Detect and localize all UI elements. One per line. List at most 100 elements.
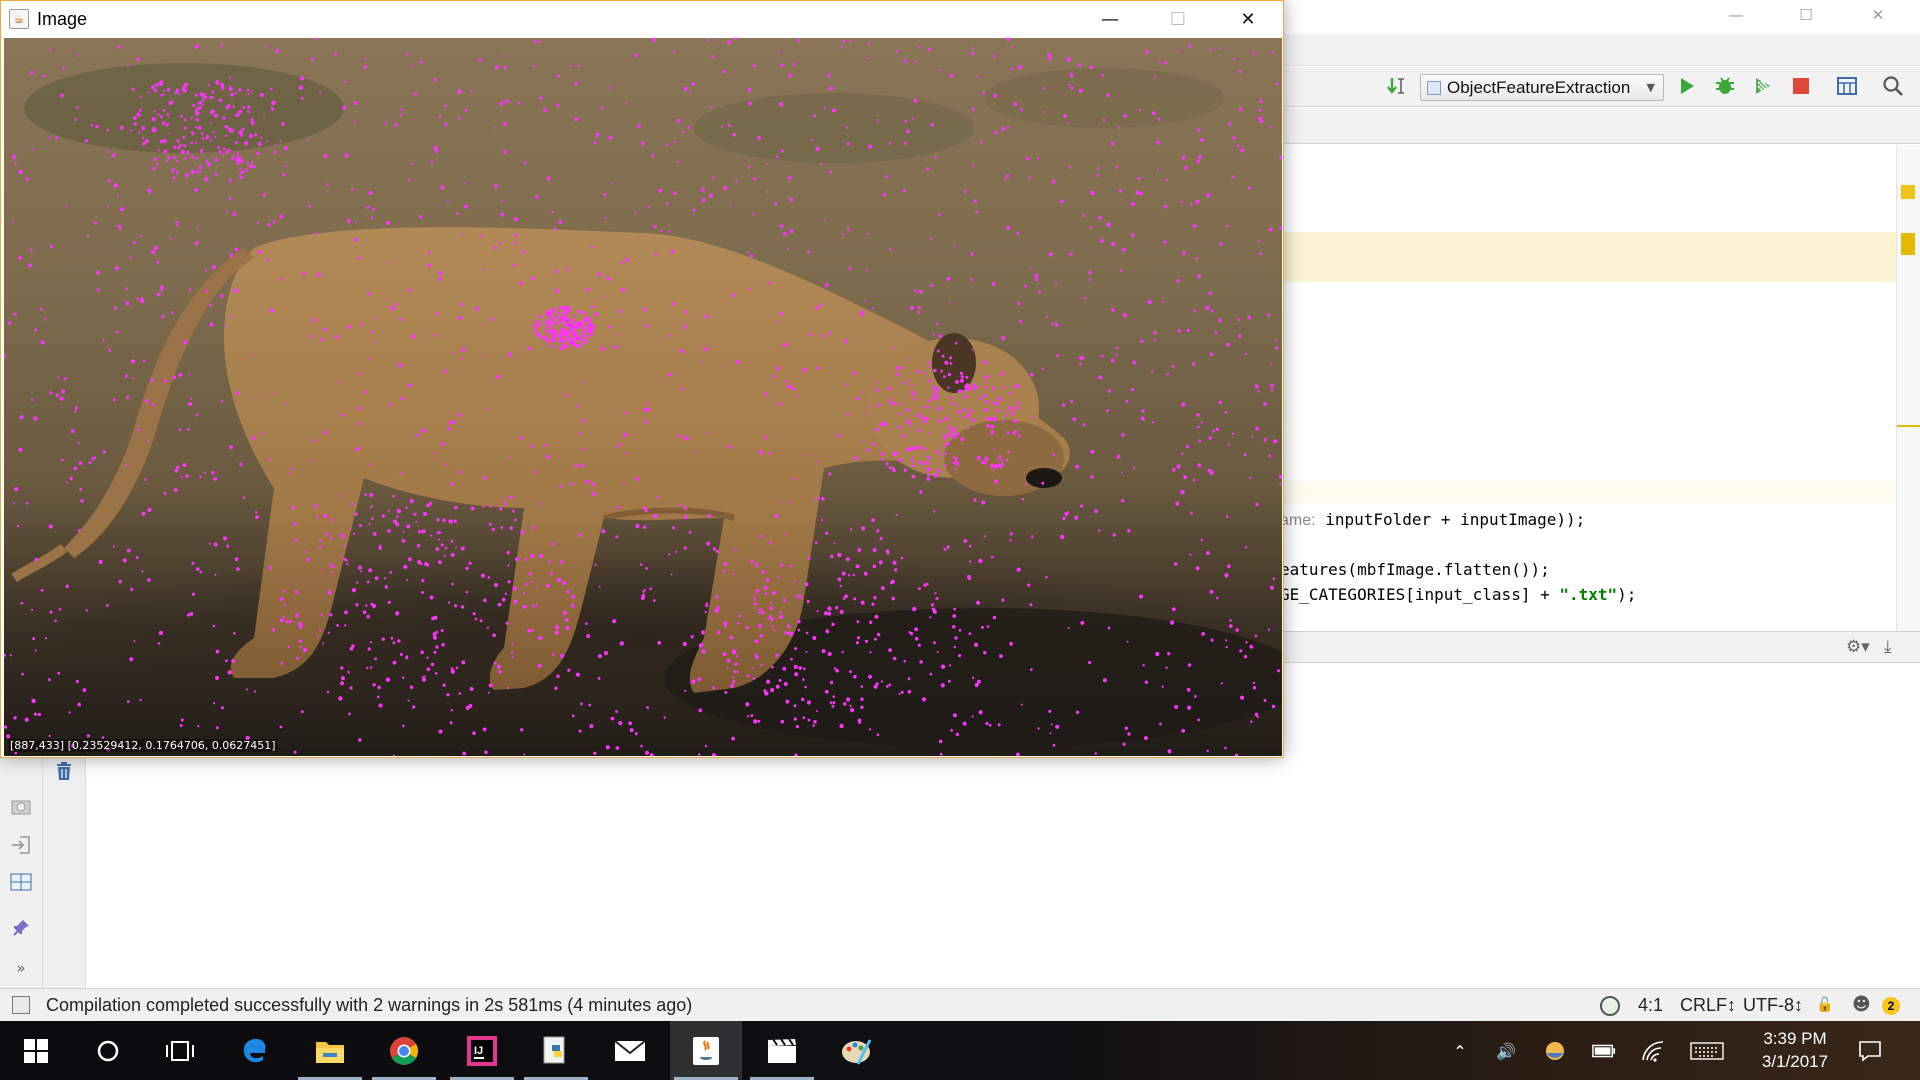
wifi-icon[interactable]: [1641, 1039, 1665, 1063]
feature-point: [992, 615, 997, 620]
feature-point: [430, 534, 433, 537]
stop-icon[interactable]: [1788, 73, 1814, 99]
search-icon[interactable]: [1880, 73, 1906, 99]
feature-point: [1120, 499, 1125, 503]
ide-minimize-button[interactable]: —: [1708, 0, 1764, 30]
feature-point: [929, 616, 932, 619]
camera-icon[interactable]: [9, 794, 33, 818]
maximize-button[interactable]: ☐: [1155, 4, 1201, 34]
movies-icon[interactable]: [746, 1021, 818, 1080]
paint-icon[interactable]: [820, 1021, 892, 1080]
feature-point: [782, 231, 787, 236]
ide-maximize-button[interactable]: ☐: [1778, 0, 1834, 30]
edge-icon[interactable]: [220, 1021, 292, 1080]
feature-point: [1005, 458, 1009, 462]
feature-point: [766, 679, 771, 684]
trash-icon[interactable]: [52, 759, 76, 783]
feature-point: [976, 455, 981, 460]
notification-badge[interactable]: 2: [1882, 997, 1900, 1015]
feature-point: [196, 157, 199, 160]
action-center-icon[interactable]: [1858, 1039, 1882, 1063]
mail-icon[interactable]: [594, 1021, 666, 1080]
start-icon[interactable]: [0, 1021, 72, 1080]
volume-icon[interactable]: 🔊: [1494, 1039, 1518, 1063]
feature-point: [534, 195, 539, 199]
code-line[interactable]: ame: inputFolder + inputImage));: [1280, 510, 1585, 530]
file-explorer-icon[interactable]: [294, 1021, 366, 1080]
feature-point: [1050, 723, 1053, 726]
status-message[interactable]: Compilation completed successfully with …: [46, 995, 692, 1016]
more-icon[interactable]: »: [9, 956, 33, 980]
feature-point: [775, 155, 779, 159]
minimize-button[interactable]: —: [1087, 4, 1133, 34]
debug-icon[interactable]: [1712, 73, 1738, 99]
clock[interactable]: 3:39 PM 3/1/2017: [1740, 1027, 1850, 1073]
scroll-thumb[interactable]: [1901, 233, 1915, 255]
coverage-icon[interactable]: [1750, 73, 1776, 99]
feature-point: [384, 585, 388, 589]
feature-point: [1240, 695, 1245, 700]
feature-point: [434, 672, 438, 675]
run-configuration-select[interactable]: ObjectFeatureExtraction ▼: [1420, 74, 1664, 101]
ide-close-button[interactable]: ✕: [1850, 0, 1906, 30]
feature-point: [1107, 389, 1112, 393]
inspection-icon[interactable]: [1600, 996, 1620, 1016]
battery-icon[interactable]: [1592, 1039, 1616, 1063]
login-icon[interactable]: [9, 833, 33, 857]
feature-point: [620, 287, 625, 292]
feature-point: [184, 173, 189, 178]
build-icon[interactable]: [1384, 73, 1410, 99]
lock-icon[interactable]: 🔓: [1816, 997, 1833, 1013]
code-line[interactable]: eatures(mbfImage.flatten());: [1280, 560, 1550, 579]
caret-position[interactable]: 4:1: [1638, 995, 1663, 1016]
java-icon[interactable]: [670, 1021, 742, 1080]
feature-point: [943, 444, 947, 447]
close-button[interactable]: ✕: [1225, 4, 1271, 34]
feature-point: [767, 452, 771, 456]
python-icon[interactable]: [520, 1021, 592, 1080]
intellij-icon[interactable]: IJ: [446, 1021, 518, 1080]
feature-point: [1201, 632, 1205, 636]
feature-point: [1001, 336, 1006, 341]
code-line[interactable]: GE_CATEGORIES[input_class] + ".txt");: [1280, 585, 1636, 604]
hector-icon[interactable]: ☻: [1852, 994, 1871, 1015]
image-window-titlebar[interactable]: ☕ Image — ☐ ✕: [1, 1, 1283, 37]
feature-point: [816, 460, 819, 463]
warning-marker[interactable]: [1901, 185, 1915, 199]
feature-point: [213, 702, 216, 705]
weather-icon[interactable]: [1543, 1039, 1567, 1063]
pin-icon[interactable]: [9, 916, 33, 940]
feature-point: [512, 509, 515, 513]
project-structure-icon[interactable]: [1834, 73, 1860, 99]
feature-point: [997, 459, 1000, 463]
run-icon[interactable]: [1674, 73, 1700, 99]
image-canvas[interactable]: [887,433] [0.23529412, 0.1764706, 0.0627…: [4, 38, 1282, 756]
chrome-icon[interactable]: [368, 1021, 440, 1080]
feature-point: [1066, 57, 1071, 62]
tool-windows-icon[interactable]: [12, 996, 30, 1014]
feature-point: [701, 649, 706, 654]
feature-point: [706, 432, 709, 435]
feature-point: [31, 148, 34, 151]
file-encoding[interactable]: UTF-8↕: [1743, 995, 1803, 1016]
task-view-icon[interactable]: [144, 1021, 216, 1080]
layout-icon[interactable]: [9, 870, 33, 894]
editor-scrollbar[interactable]: [1896, 145, 1920, 631]
line-separator[interactable]: CRLF↕: [1680, 995, 1736, 1016]
cortana-icon[interactable]: [72, 1021, 144, 1080]
gear-icon[interactable]: ⚙▾: [1846, 637, 1870, 659]
feature-point: [200, 151, 203, 154]
feature-point: [242, 106, 245, 109]
hide-panel-icon[interactable]: ⤓: [1884, 637, 1906, 659]
feature-point: [797, 395, 800, 398]
feature-point: [1032, 416, 1035, 419]
chevron-up-icon[interactable]: ⌃: [1448, 1039, 1472, 1063]
feature-point: [824, 283, 829, 288]
image-viewer-window[interactable]: ☕ Image — ☐ ✕ [887,433] [0.23529412, 0.1…: [0, 0, 1284, 758]
feature-point: [190, 131, 194, 134]
feature-point: [984, 456, 989, 461]
feature-point: [1196, 413, 1200, 417]
feature-point: [257, 249, 262, 254]
feature-point: [325, 183, 329, 186]
keyboard-icon[interactable]: [1690, 1039, 1724, 1063]
